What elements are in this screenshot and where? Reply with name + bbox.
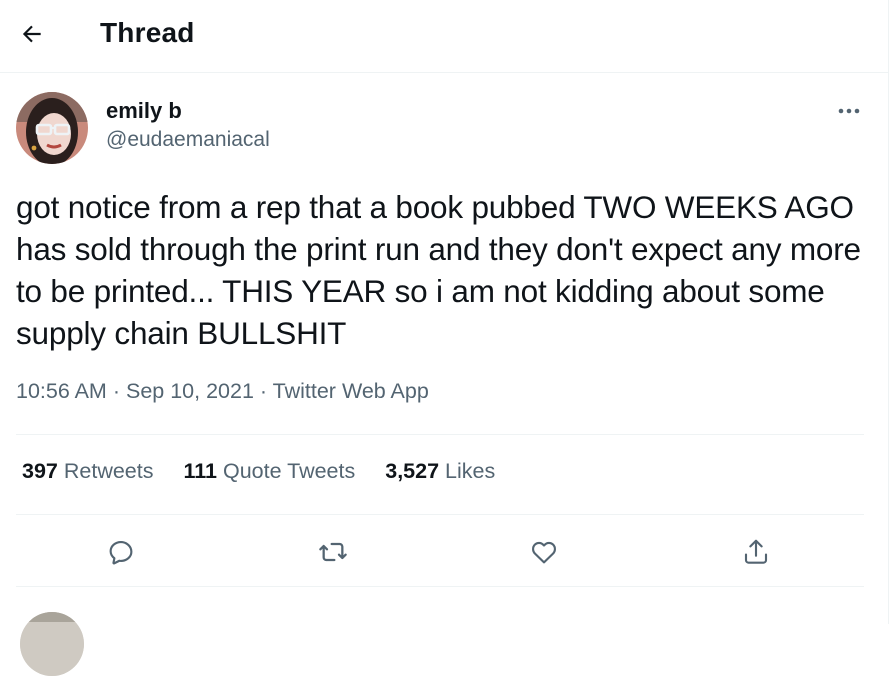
likes-count: 3,527 bbox=[385, 459, 440, 483]
reply-button[interactable] bbox=[99, 530, 143, 574]
retweets-stat[interactable]: 397 Retweets bbox=[22, 459, 153, 484]
share-icon bbox=[744, 539, 768, 564]
author-handle[interactable]: @eudaemaniacal bbox=[106, 128, 270, 152]
meta-separator: · bbox=[112, 379, 120, 403]
reply-icon bbox=[109, 540, 133, 565]
divider bbox=[16, 514, 864, 515]
divider bbox=[16, 434, 864, 435]
avatar[interactable] bbox=[16, 92, 88, 164]
retweets-count: 397 bbox=[22, 459, 58, 483]
tweet-source[interactable]: Twitter Web App bbox=[273, 379, 429, 403]
divider bbox=[16, 586, 864, 587]
tweet-stats: 397 Retweets 111 Quote Tweets 3,527 Like… bbox=[22, 459, 495, 484]
author-name[interactable]: emily b bbox=[106, 98, 182, 124]
tweet-meta: 10:56 AM · Sep 10, 2021 · Twitter Web Ap… bbox=[16, 379, 429, 404]
like-button[interactable] bbox=[522, 530, 566, 574]
likes-stat[interactable]: 3,527 Likes bbox=[385, 459, 495, 484]
thread-header: Thread bbox=[0, 0, 888, 73]
arrow-left-icon bbox=[22, 25, 41, 43]
likes-label: Likes bbox=[445, 459, 496, 483]
retweet-icon bbox=[319, 542, 347, 562]
like-icon bbox=[532, 541, 556, 564]
share-button[interactable] bbox=[734, 530, 778, 574]
retweet-button[interactable] bbox=[311, 530, 355, 574]
next-reply-avatar[interactable] bbox=[20, 612, 84, 676]
more-horizontal-icon bbox=[838, 108, 860, 114]
retweets-label: Retweets bbox=[63, 459, 154, 483]
page-title: Thread bbox=[100, 17, 195, 48]
quote-tweets-count: 111 bbox=[183, 459, 217, 483]
next-reply-avatar-image bbox=[20, 612, 84, 676]
tweet-time[interactable]: 10:56 AM bbox=[16, 379, 107, 403]
quote-tweets-label: Quote Tweets bbox=[222, 459, 356, 483]
tweet-text: got notice from a rep that a book pubbed… bbox=[16, 189, 861, 351]
meta-separator: · bbox=[259, 379, 268, 403]
quote-tweets-stat[interactable]: 111 Quote Tweets bbox=[183, 459, 355, 484]
tweet-date[interactable]: Sep 10, 2021 bbox=[126, 379, 254, 403]
back-button[interactable] bbox=[12, 14, 52, 54]
avatar-image bbox=[16, 92, 88, 164]
more-button[interactable] bbox=[832, 98, 866, 124]
